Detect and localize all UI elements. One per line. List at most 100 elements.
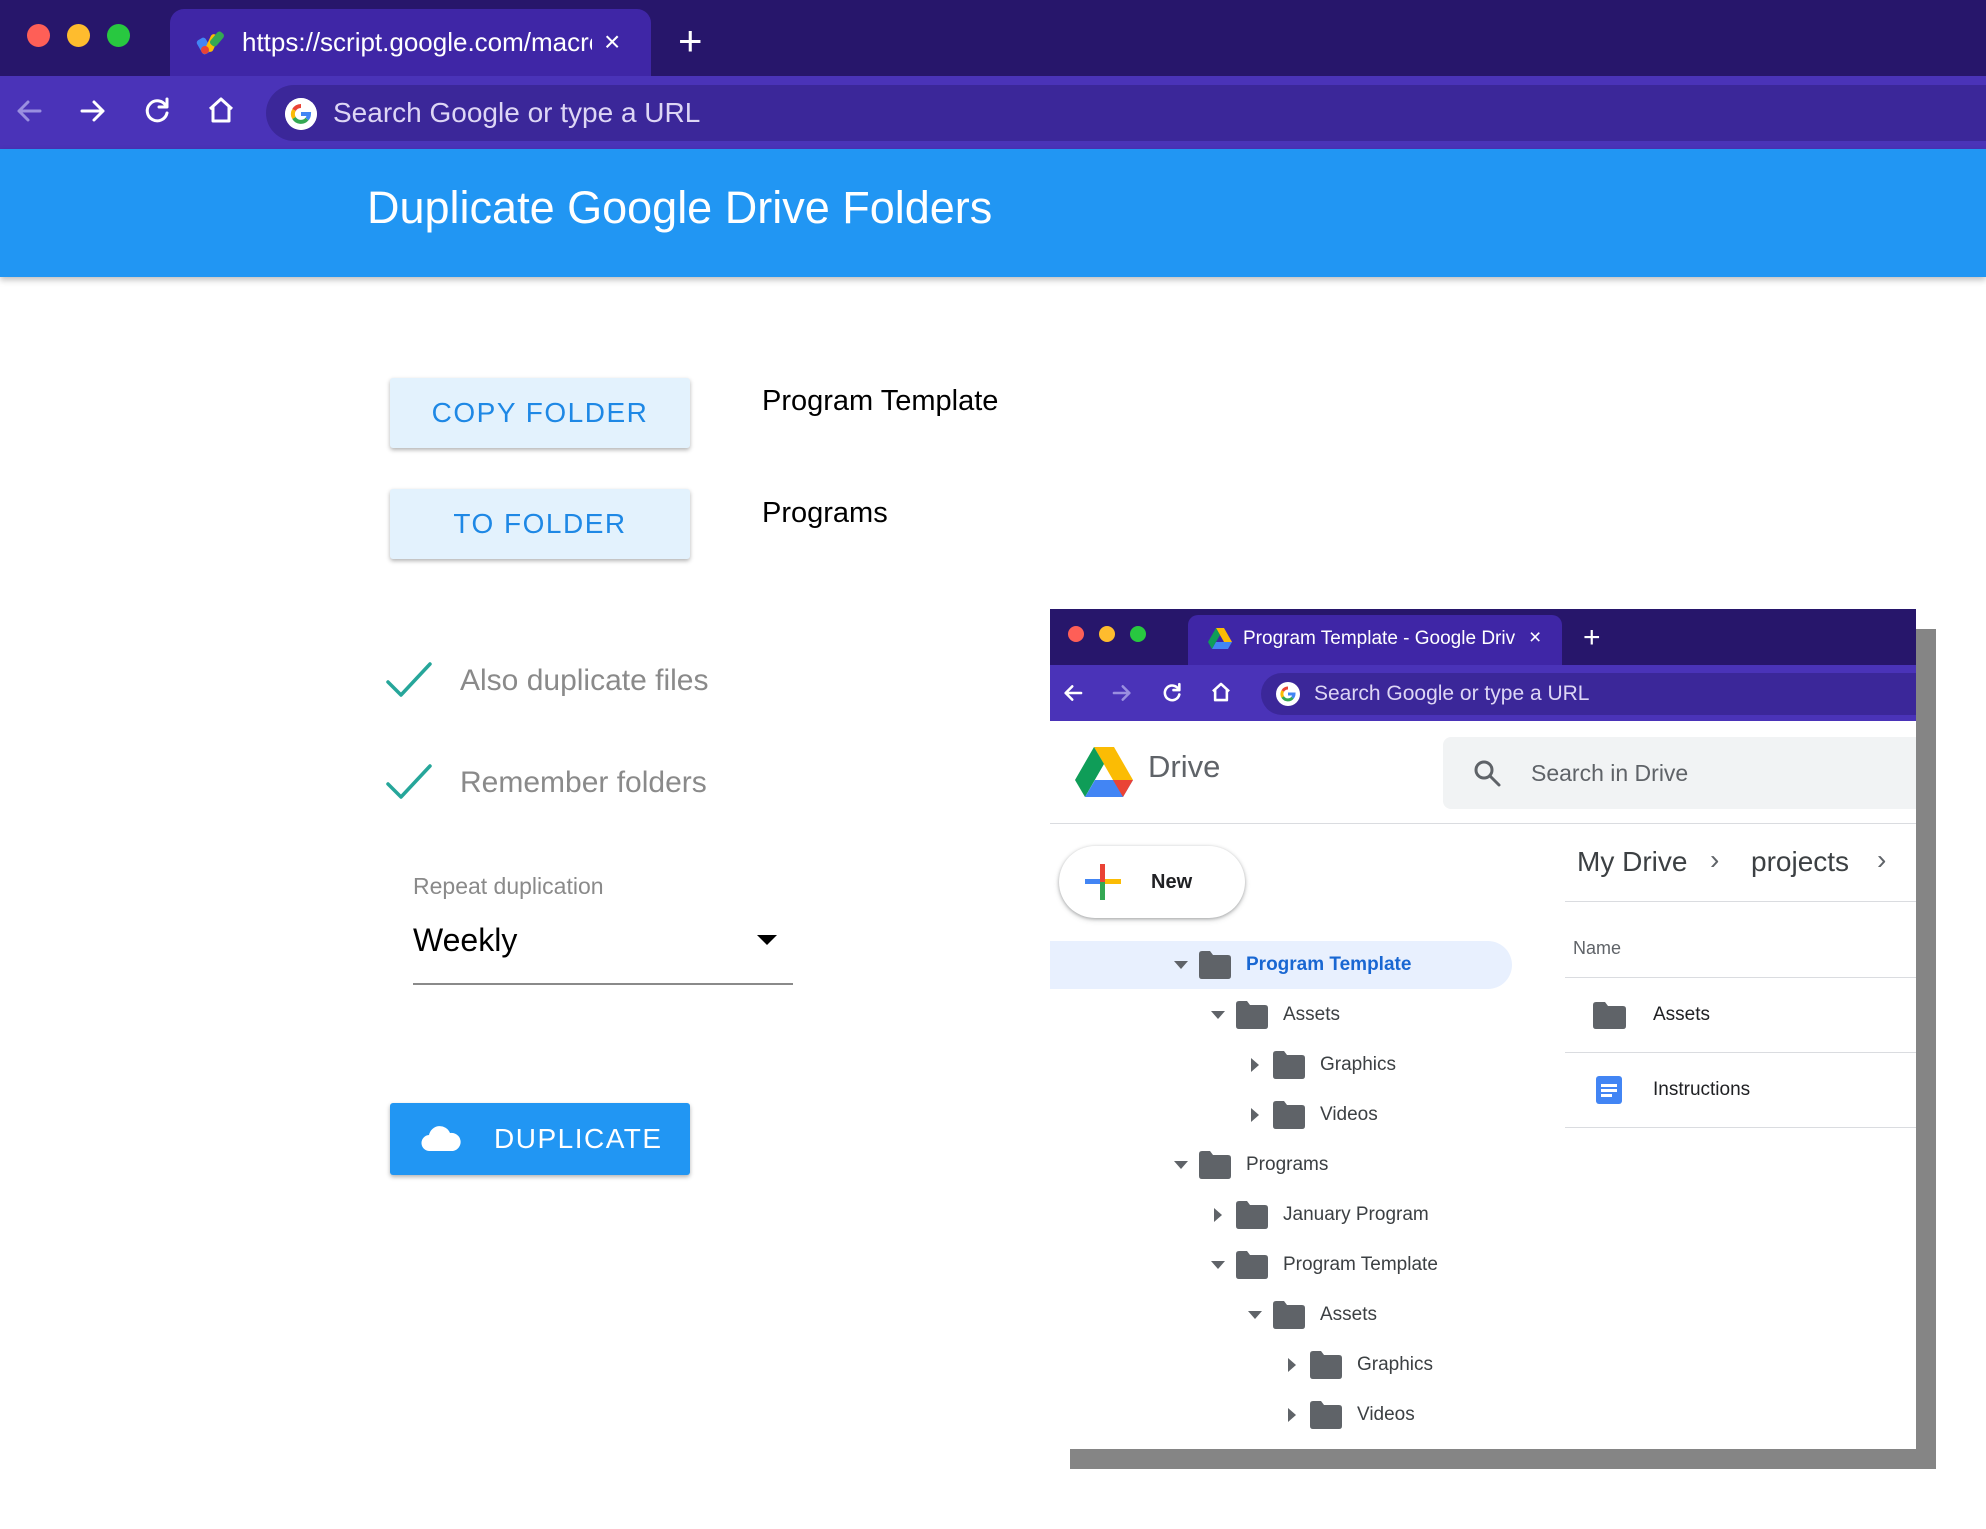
google-g-icon	[285, 98, 317, 130]
minimize-window-button[interactable]	[67, 24, 90, 47]
checkmark-icon[interactable]	[384, 762, 434, 802]
tree-item-label: Assets	[1320, 1304, 1378, 1325]
tab-close-icon[interactable]: ×	[604, 22, 620, 62]
repeat-duplication-select[interactable]: Weekly	[413, 918, 517, 962]
tree-item-label: Videos	[1320, 1104, 1378, 1125]
folder-icon	[1273, 1301, 1305, 1329]
folder-icon	[1199, 951, 1231, 979]
tree-item-label: Videos	[1357, 1404, 1415, 1425]
caret-down-icon[interactable]	[1171, 1155, 1191, 1175]
folder-icon	[1273, 1101, 1305, 1129]
caret-right-icon[interactable]	[1282, 1405, 1302, 1425]
drive-app-name: Drive	[1148, 749, 1221, 784]
new-tab-button[interactable]: +	[678, 18, 703, 64]
forward-arrow-icon[interactable]	[1111, 682, 1133, 704]
copy-folder-value: Program Template	[762, 385, 999, 417]
tab-title: https://script.google.com/macros	[242, 27, 592, 57]
tree-item[interactable]: Assets	[1050, 1295, 1512, 1335]
maximize-window-button[interactable]	[1130, 626, 1146, 642]
file-name[interactable]: Instructions	[1653, 1075, 1750, 1105]
tree-item-label: Programs	[1246, 1154, 1329, 1175]
duplicate-button[interactable]: DUPLICATE	[390, 1103, 690, 1175]
file-name[interactable]: Assets	[1653, 1000, 1710, 1030]
cloud-icon	[421, 1126, 461, 1152]
caret-down-icon[interactable]	[1245, 1305, 1265, 1325]
back-arrow-icon[interactable]	[14, 96, 44, 126]
caret-right-icon[interactable]	[1245, 1105, 1265, 1125]
drive-logo-icon	[1075, 747, 1133, 797]
new-tab-button[interactable]: +	[1583, 621, 1601, 655]
back-arrow-icon[interactable]	[1062, 682, 1084, 704]
new-button-label: New	[1151, 871, 1193, 893]
duplicate-button-label: DUPLICATE	[494, 1123, 663, 1154]
drive-favicon	[1208, 628, 1232, 649]
folder-icon	[1310, 1351, 1342, 1379]
folder-icon	[1236, 1201, 1268, 1229]
folder-icon	[1273, 1051, 1305, 1079]
plus-icon	[1085, 864, 1121, 900]
tree-item[interactable]: Program Template	[1050, 945, 1512, 985]
caret-right-icon[interactable]	[1245, 1055, 1265, 1075]
home-icon[interactable]	[1210, 681, 1232, 703]
divider	[1565, 901, 1916, 902]
remember-folders-label[interactable]: Remember folders	[460, 763, 707, 803]
name-column-header[interactable]: Name	[1573, 934, 1621, 962]
divider	[1565, 1127, 1916, 1128]
to-folder-value: Programs	[762, 497, 888, 529]
tree-item[interactable]: Graphics	[1050, 1045, 1512, 1085]
to-folder-button[interactable]: TO FOLDER	[390, 489, 690, 559]
caret-down-icon[interactable]	[1208, 1255, 1228, 1275]
reload-icon[interactable]	[142, 96, 172, 126]
caret-down-icon[interactable]	[1208, 1005, 1228, 1025]
address-bar-placeholder: Search Google or type a URL	[1314, 682, 1590, 705]
new-button[interactable]: New	[1059, 846, 1245, 918]
tree-item-label: Assets	[1283, 1004, 1341, 1025]
breadcrumb-projects[interactable]: projects	[1751, 842, 1849, 882]
tree-item[interactable]: Programs	[1050, 1145, 1512, 1185]
copy-folder-button[interactable]: COPY FOLDER	[390, 378, 690, 448]
also-duplicate-files-label[interactable]: Also duplicate files	[460, 661, 708, 701]
minimize-window-button[interactable]	[1099, 626, 1115, 642]
checkmark-icon[interactable]	[384, 660, 434, 700]
doc-icon	[1596, 1076, 1622, 1104]
divider	[1565, 977, 1916, 978]
tree-item-label: Program Template	[1283, 1254, 1438, 1275]
app-header	[0, 149, 1986, 277]
header-divider	[1050, 823, 1916, 824]
divider	[1565, 1052, 1916, 1053]
breadcrumb-my-drive[interactable]: My Drive	[1577, 842, 1687, 882]
tab-close-icon[interactable]: ×	[1529, 623, 1541, 653]
tree-item-label: January Program	[1283, 1204, 1429, 1225]
folder-icon	[1593, 1002, 1626, 1029]
breadcrumb-chevron-icon: ›	[1877, 844, 1887, 875]
tree-item[interactable]: Assets	[1050, 995, 1512, 1035]
reload-icon[interactable]	[1161, 682, 1183, 704]
folder-icon	[1236, 1001, 1268, 1029]
caret-right-icon[interactable]	[1282, 1355, 1302, 1375]
select-underline	[413, 983, 793, 985]
drive-search-placeholder: Search in Drive	[1531, 760, 1689, 786]
drive-window: Program Template - Google Drive × + Sear…	[1050, 609, 1916, 1449]
tree-item-label: Graphics	[1357, 1354, 1434, 1375]
caret-down-icon[interactable]	[1171, 955, 1191, 975]
dropdown-arrow-icon[interactable]	[755, 933, 779, 947]
tree-item[interactable]: Graphics	[1050, 1345, 1512, 1385]
page-title: Duplicate Google Drive Folders	[367, 182, 993, 233]
tree-item[interactable]: January Program	[1050, 1195, 1512, 1235]
tree-item[interactable]: Videos	[1050, 1095, 1512, 1135]
caret-right-icon[interactable]	[1208, 1205, 1228, 1225]
close-window-button[interactable]	[27, 24, 50, 47]
tree-item[interactable]: Videos	[1050, 1395, 1512, 1435]
tree-item-label: Graphics	[1320, 1054, 1397, 1075]
maximize-window-button[interactable]	[107, 24, 130, 47]
google-g-icon	[1276, 682, 1300, 706]
folder-icon	[1310, 1401, 1342, 1429]
close-window-button[interactable]	[1068, 626, 1084, 642]
breadcrumb-chevron-icon: ›	[1710, 844, 1720, 875]
address-bar-placeholder: Search Google or type a URL	[333, 97, 701, 128]
folder-icon	[1199, 1151, 1231, 1179]
forward-arrow-icon[interactable]	[78, 96, 108, 126]
home-icon[interactable]	[206, 95, 236, 125]
tree-item[interactable]: Program Template	[1050, 1245, 1512, 1285]
search-icon[interactable]	[1472, 758, 1502, 788]
